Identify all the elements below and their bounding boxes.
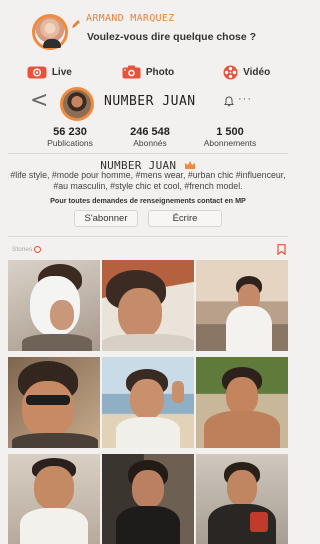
video-button[interactable]: Vidéo (197, 58, 296, 86)
stories-indicator-icon[interactable] (34, 246, 41, 253)
back-icon[interactable]: < (30, 88, 48, 114)
stat-value: 1 500 (216, 126, 244, 138)
bell-icon[interactable] (224, 96, 234, 107)
bookmark-icon[interactable] (277, 244, 286, 255)
camera-icon (122, 65, 141, 79)
profile-name: NUMBER JUAN (104, 94, 196, 109)
stat-label: Abonnés (133, 138, 167, 148)
compose-prompt[interactable]: Voulez-vous dire quelque chose ? (87, 31, 256, 43)
live-label: Live (51, 66, 72, 78)
crown-badge-icon (184, 161, 195, 169)
stat-publications[interactable]: 56 230 Publications (30, 126, 110, 152)
profile-header: < NUMBER JUAN ··· (0, 86, 296, 122)
stories-label: Stories (12, 246, 33, 253)
current-user-avatar[interactable] (32, 14, 68, 50)
video-label: Vidéo (243, 66, 271, 78)
photo-tile[interactable] (8, 357, 100, 448)
write-message-button[interactable]: Écrire (148, 210, 222, 227)
bio-contact: Pour toutes demandes de renseignements c… (50, 196, 246, 205)
divider (8, 153, 288, 154)
photo-tile[interactable] (8, 454, 100, 544)
profile-actions: S'abonner Écrire (0, 210, 296, 227)
stat-label: Abonnements (203, 138, 257, 148)
photo-tile[interactable] (196, 260, 288, 351)
photo-tile[interactable] (102, 357, 194, 448)
divider (8, 236, 288, 237)
stat-value: 56 230 (53, 126, 87, 138)
live-button[interactable]: Live (0, 58, 99, 86)
photo-tile[interactable] (8, 260, 100, 351)
profile-stats: 56 230 Publications 246 548 Abonnés 1 50… (30, 126, 270, 152)
more-options-icon[interactable]: ··· (238, 93, 252, 105)
compose-bar[interactable]: ARMAND MARQUEZ Voulez-vous dire quelque … (0, 0, 296, 58)
photo-grid (8, 260, 288, 544)
subscribe-button[interactable]: S'abonner (74, 210, 138, 227)
photo-tile[interactable] (102, 454, 194, 544)
film-reel-icon (223, 65, 238, 79)
stat-following[interactable]: 1 500 Abonnements (190, 126, 270, 152)
post-type-bar: Live Photo Vidéo (0, 58, 296, 86)
live-icon (27, 66, 47, 78)
photo-tile[interactable] (196, 454, 288, 544)
stat-value: 246 548 (130, 126, 170, 138)
photo-label: Photo (145, 66, 175, 78)
photo-button[interactable]: Photo (99, 58, 198, 86)
stories-bar: Stories (8, 242, 288, 258)
profile-avatar[interactable] (60, 87, 94, 121)
photo-tile[interactable] (196, 357, 288, 448)
stat-followers[interactable]: 246 548 Abonnés (110, 126, 190, 152)
stat-label: Publications (47, 138, 93, 148)
current-user-name: ARMAND MARQUEZ (86, 13, 175, 24)
bio-hashtags: #life style, #mode pour homme, #mens wea… (10, 170, 286, 191)
photo-tile[interactable] (102, 260, 194, 351)
pencil-icon (72, 20, 80, 28)
